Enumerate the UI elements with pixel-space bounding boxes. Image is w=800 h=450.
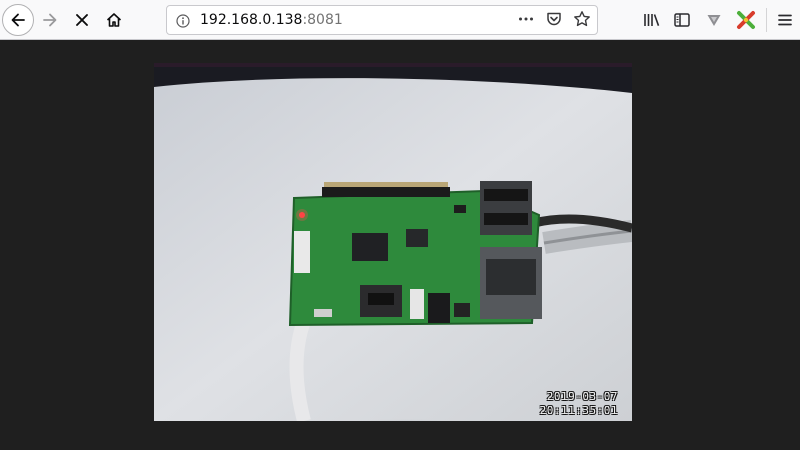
sidebar-button[interactable] bbox=[666, 4, 698, 36]
open-menu-button[interactable] bbox=[769, 4, 800, 36]
vpn-shield-icon bbox=[705, 11, 723, 29]
extension-button[interactable] bbox=[730, 4, 762, 36]
home-icon bbox=[105, 11, 123, 29]
raspberry-pi-photo bbox=[154, 63, 632, 421]
browser-toolbar: 192.168.0.138:8081 bbox=[0, 0, 800, 40]
home-button[interactable] bbox=[98, 4, 130, 36]
toolbar-separator bbox=[766, 8, 767, 32]
info-icon[interactable] bbox=[176, 13, 190, 28]
back-arrow-icon bbox=[9, 11, 27, 29]
page-actions-button[interactable] bbox=[517, 12, 535, 30]
library-button[interactable] bbox=[636, 4, 668, 36]
extension-icon bbox=[736, 10, 756, 30]
timestamp-time: 20:11:35:01 bbox=[539, 404, 618, 417]
back-button[interactable] bbox=[2, 4, 34, 36]
forward-button[interactable] bbox=[34, 4, 66, 36]
stop-x-icon bbox=[73, 11, 91, 29]
camera-stream-image: 2019-03-07 20:11:35:01 bbox=[154, 63, 632, 421]
vpn-extension-button[interactable] bbox=[698, 4, 730, 36]
star-icon bbox=[573, 10, 591, 32]
hamburger-menu-icon bbox=[776, 11, 794, 29]
timestamp-date: 2019-03-07 bbox=[546, 390, 618, 403]
library-icon bbox=[642, 11, 662, 29]
url-host: 192.168.0.138 bbox=[200, 12, 303, 28]
bookmark-star-button[interactable] bbox=[573, 10, 591, 32]
more-dots-icon bbox=[517, 10, 535, 32]
url-port: :8081 bbox=[302, 12, 343, 28]
forward-arrow-icon bbox=[41, 11, 59, 29]
sidebar-icon bbox=[673, 11, 691, 29]
pocket-button[interactable] bbox=[545, 12, 563, 30]
stop-button[interactable] bbox=[66, 4, 98, 36]
url-bar[interactable]: 192.168.0.138:8081 bbox=[166, 5, 598, 35]
pocket-icon bbox=[545, 10, 563, 32]
url-text[interactable]: 192.168.0.138:8081 bbox=[200, 12, 343, 28]
